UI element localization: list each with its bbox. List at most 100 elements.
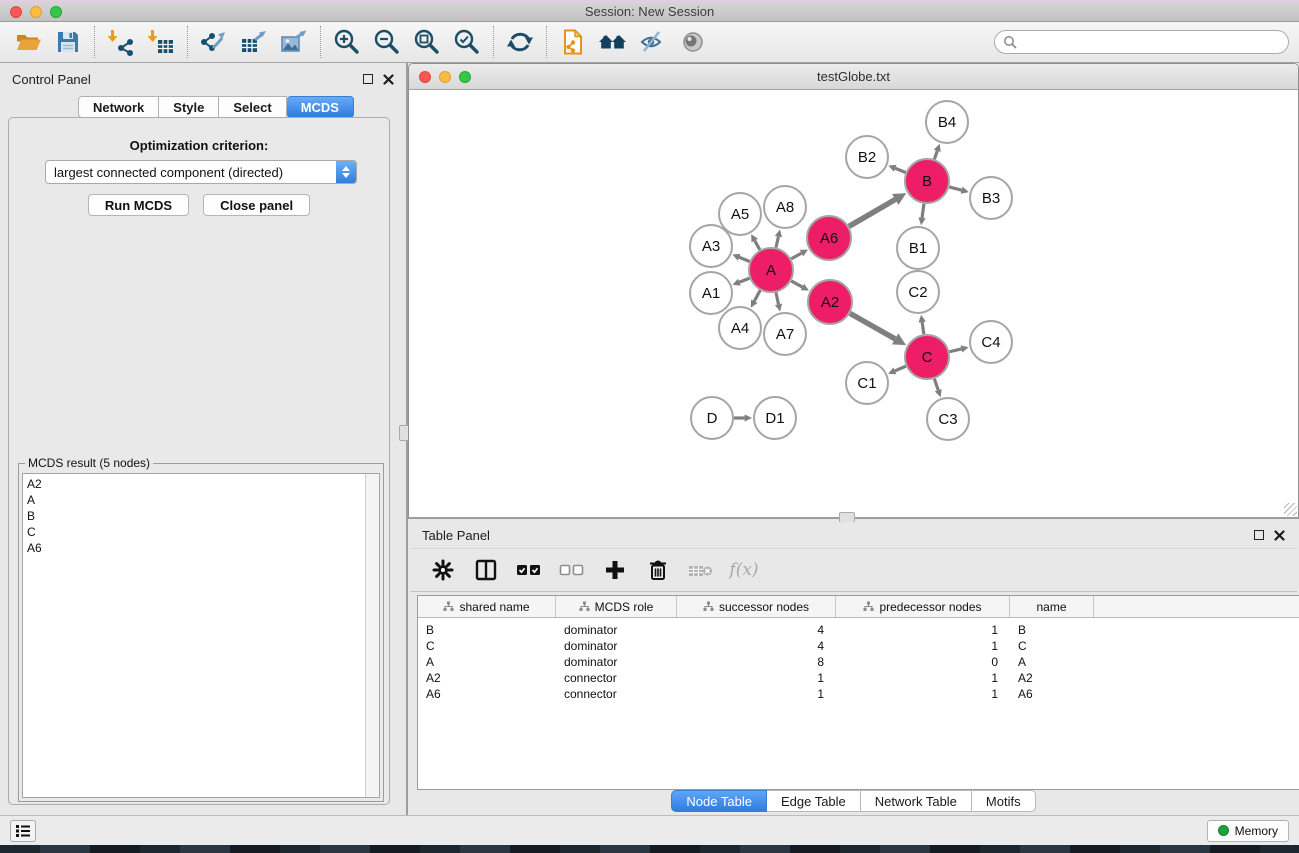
edge-C-C2[interactable] xyxy=(922,322,924,334)
tab-mcds[interactable]: MCDS xyxy=(287,96,354,118)
table-cell[interactable]: A xyxy=(1010,655,1094,669)
table-cell[interactable]: 4 xyxy=(677,639,836,653)
edge-A-A5[interactable] xyxy=(755,241,760,250)
edge-A-A4[interactable] xyxy=(754,290,760,301)
table-cell[interactable]: B xyxy=(418,623,556,637)
tab-motifs[interactable]: Motifs xyxy=(972,790,1036,812)
edge-C-C4[interactable] xyxy=(949,349,961,352)
zoom-selected-button[interactable] xyxy=(447,24,487,60)
table-cell[interactable]: connector xyxy=(556,671,677,685)
split-view-button[interactable] xyxy=(469,552,503,588)
float-panel-icon[interactable] xyxy=(363,74,373,84)
column-header-predecessor-nodes[interactable]: predecessor nodes xyxy=(836,596,1010,617)
node-C2[interactable]: C2 xyxy=(897,271,939,313)
node-C4[interactable]: C4 xyxy=(970,321,1012,363)
node-A6[interactable]: A6 xyxy=(807,216,851,260)
result-list-item[interactable]: C xyxy=(27,524,361,540)
node-A1[interactable]: A1 xyxy=(690,272,732,314)
table-cell[interactable]: connector xyxy=(556,687,677,701)
result-list-item[interactable]: A6 xyxy=(27,540,361,556)
export-network-button[interactable] xyxy=(194,24,234,60)
node-D1[interactable]: D1 xyxy=(754,397,796,439)
table-cell[interactable]: 0 xyxy=(836,655,1010,669)
edge-B-B4[interactable] xyxy=(934,151,937,159)
network-snapshot-button[interactable] xyxy=(553,24,593,60)
column-header-successor-nodes[interactable]: successor nodes xyxy=(677,596,836,617)
table-cell[interactable]: 1 xyxy=(836,671,1010,685)
column-header-shared-name[interactable]: shared name xyxy=(418,596,556,617)
criterion-dropdown[interactable]: largest connected component (directed) xyxy=(45,160,357,184)
home-button[interactable] xyxy=(593,24,633,60)
node-B4[interactable]: B4 xyxy=(926,101,968,143)
table-cell[interactable]: 1 xyxy=(836,687,1010,701)
add-column-button[interactable] xyxy=(598,552,632,588)
column-header-MCDS-role[interactable]: MCDS role xyxy=(556,596,677,617)
edge-A-A2[interactable] xyxy=(791,281,802,287)
delete-table-button[interactable] xyxy=(684,552,718,588)
node-A4[interactable]: A4 xyxy=(719,307,761,349)
table-cell[interactable]: A6 xyxy=(418,687,556,701)
close-panel-icon[interactable] xyxy=(383,74,394,85)
toolbar-search[interactable] xyxy=(994,30,1289,54)
table-cell[interactable]: 1 xyxy=(677,671,836,685)
node-A[interactable]: A xyxy=(749,248,793,292)
close-panel-icon[interactable] xyxy=(1274,530,1285,541)
resize-grip-icon[interactable] xyxy=(1284,503,1297,516)
result-list-item[interactable]: A2 xyxy=(27,476,361,492)
column-header-name[interactable]: name xyxy=(1010,596,1094,617)
edge-A2-C[interactable] xyxy=(850,313,895,339)
node-A3[interactable]: A3 xyxy=(690,225,732,267)
close-panel-button[interactable]: Close panel xyxy=(203,194,310,216)
table-cell[interactable]: 1 xyxy=(677,687,836,701)
result-list-item[interactable]: A xyxy=(27,492,361,508)
table-cell[interactable]: A2 xyxy=(418,671,556,685)
network-canvas[interactable]: B4B2BB3A8A5A6A3B1AC2A1A2A4A7C4CC1DD1C3 xyxy=(409,90,1298,517)
node-A5[interactable]: A5 xyxy=(719,193,761,235)
edge-C-C3[interactable] xyxy=(934,379,938,390)
edge-B-B3[interactable] xyxy=(949,187,961,190)
node-C3[interactable]: C3 xyxy=(927,398,969,440)
edge-A-A7[interactable] xyxy=(776,292,779,304)
zoom-out-button[interactable] xyxy=(367,24,407,60)
result-scrollbar[interactable] xyxy=(365,474,379,797)
tab-node-table[interactable]: Node Table xyxy=(671,790,767,812)
select-all-columns-button[interactable] xyxy=(512,552,546,588)
export-table-button[interactable] xyxy=(234,24,274,60)
refresh-layout-button[interactable] xyxy=(500,24,540,60)
node-A8[interactable]: A8 xyxy=(764,186,806,228)
table-cell[interactable]: 1 xyxy=(836,639,1010,653)
save-session-button[interactable] xyxy=(48,24,88,60)
table-cell[interactable]: 8 xyxy=(677,655,836,669)
table-cell[interactable]: 4 xyxy=(677,623,836,637)
function-builder-button[interactable]: f(x) xyxy=(727,552,761,588)
table-row[interactable]: Bdominator41B xyxy=(418,622,1299,638)
node-B1[interactable]: B1 xyxy=(897,227,939,269)
search-input[interactable] xyxy=(1023,35,1280,49)
table-cell[interactable]: C xyxy=(418,639,556,653)
deselect-all-columns-button[interactable] xyxy=(555,552,589,588)
table-cell[interactable]: A6 xyxy=(1010,687,1094,701)
node-B2[interactable]: B2 xyxy=(846,136,888,178)
table-settings-button[interactable] xyxy=(426,552,460,588)
table-row[interactable]: A2connector11A2 xyxy=(418,670,1299,686)
table-row[interactable]: Cdominator41C xyxy=(418,638,1299,654)
table-cell[interactable]: 1 xyxy=(836,623,1010,637)
edge-B-B2[interactable] xyxy=(895,168,905,172)
node-A7[interactable]: A7 xyxy=(764,313,806,355)
tab-style[interactable]: Style xyxy=(159,96,219,118)
edge-C-C1[interactable] xyxy=(895,366,906,371)
edge-A-A6[interactable] xyxy=(791,253,801,259)
edge-A-A1[interactable] xyxy=(739,278,749,282)
table-cell[interactable]: C xyxy=(1010,639,1094,653)
table-cell[interactable]: dominator xyxy=(556,623,677,637)
zoom-in-button[interactable] xyxy=(327,24,367,60)
node-D[interactable]: D xyxy=(691,397,733,439)
table-cell[interactable]: dominator xyxy=(556,639,677,653)
tab-network[interactable]: Network xyxy=(78,96,159,118)
hide-graphics-details-button[interactable] xyxy=(633,24,673,60)
run-mcds-button[interactable]: Run MCDS xyxy=(88,194,189,216)
import-table-button[interactable] xyxy=(141,24,181,60)
tab-select[interactable]: Select xyxy=(219,96,286,118)
table-cell[interactable]: A2 xyxy=(1010,671,1094,685)
node-B3[interactable]: B3 xyxy=(970,177,1012,219)
